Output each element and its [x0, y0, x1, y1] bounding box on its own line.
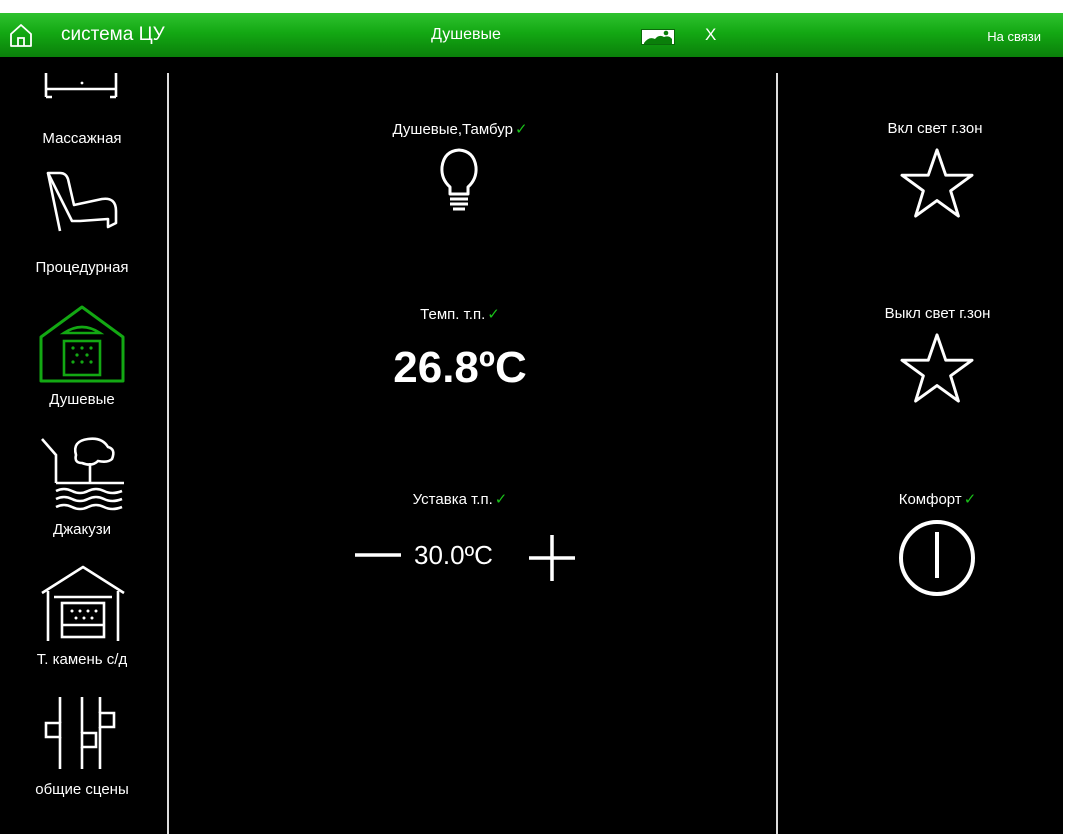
- lightbulb-icon[interactable]: [439, 147, 479, 217]
- light-on-scene-label: Вкл свет г.зон: [887, 120, 983, 137]
- sidebar-item-label: Массажная: [42, 130, 122, 147]
- sidebar-item-dushevye[interactable]: Душевые: [0, 289, 164, 414]
- setpoint-value: 30.0ºC: [414, 540, 493, 570]
- sidebar: Массажная Процедурная Душевые Джакузи Т.…: [0, 57, 168, 834]
- sidebar-item-label: Процедурная: [35, 259, 129, 276]
- top-bar: система ЦУ Душевые X На связи: [0, 13, 1063, 57]
- sidebar-item-label: общие сцены: [35, 781, 129, 798]
- comfort-scene-label: Комфорт ✓: [800, 490, 1063, 508]
- setpoint-label: Уставка т.п. ✓: [300, 490, 620, 508]
- jacuzzi-icon: [41, 437, 124, 511]
- star-icon[interactable]: [898, 331, 976, 405]
- sidebar-item-obshchie-sceny[interactable]: общие сцены: [0, 679, 164, 804]
- sidebar-item-procedurnaya[interactable]: Процедурная: [0, 157, 164, 282]
- app-window: система ЦУ Душевые X На связи Массажная: [0, 13, 1063, 834]
- weather-cloud-sun-icon[interactable]: [641, 27, 675, 45]
- connection-status: На связи: [987, 29, 1041, 44]
- right-divider: [776, 73, 778, 834]
- temperature-value: 26.8ºC: [393, 343, 527, 392]
- sliders-icon: [44, 697, 116, 769]
- light-label-text: Душевые,Тамбур: [392, 121, 513, 138]
- check-icon: ✓: [963, 491, 977, 508]
- check-icon: ✓: [487, 306, 500, 323]
- sidebar-item-massazhnaya[interactable]: Массажная: [0, 57, 164, 147]
- check-icon: ✓: [514, 121, 528, 138]
- light-off-scene-label: Выкл свет г.зон: [884, 305, 991, 322]
- light-control-label: Душевые,Тамбур ✓: [300, 120, 620, 138]
- massage-table-icon: [44, 73, 118, 99]
- sidebar-item-label: Душевые: [49, 391, 115, 408]
- room-title: Душевые: [431, 26, 501, 43]
- power-icon[interactable]: [897, 518, 977, 598]
- left-divider: [167, 73, 169, 834]
- star-icon[interactable]: [898, 146, 976, 220]
- minus-icon[interactable]: [353, 550, 403, 560]
- close-button[interactable]: X: [705, 25, 716, 45]
- temperature-label: Темп. т.п. ✓: [300, 305, 620, 323]
- sidebar-item-dzhakuzi[interactable]: Джакузи: [0, 419, 164, 544]
- chair-icon: [46, 171, 118, 232]
- sauna-stone-icon: [41, 565, 125, 641]
- temperature-label-text: Темп. т.п.: [420, 306, 486, 323]
- shower-house-icon: [39, 305, 125, 383]
- sidebar-item-t-kamen[interactable]: Т. камень с/д: [0, 549, 164, 674]
- sidebar-item-label: Т. камень с/д: [36, 651, 128, 668]
- sidebar-item-label: Джакузи: [52, 521, 112, 538]
- comfort-label-text: Комфорт: [898, 491, 962, 508]
- plus-icon[interactable]: [527, 533, 577, 583]
- setpoint-label-text: Уставка т.п.: [412, 491, 493, 508]
- check-icon: ✓: [494, 491, 508, 508]
